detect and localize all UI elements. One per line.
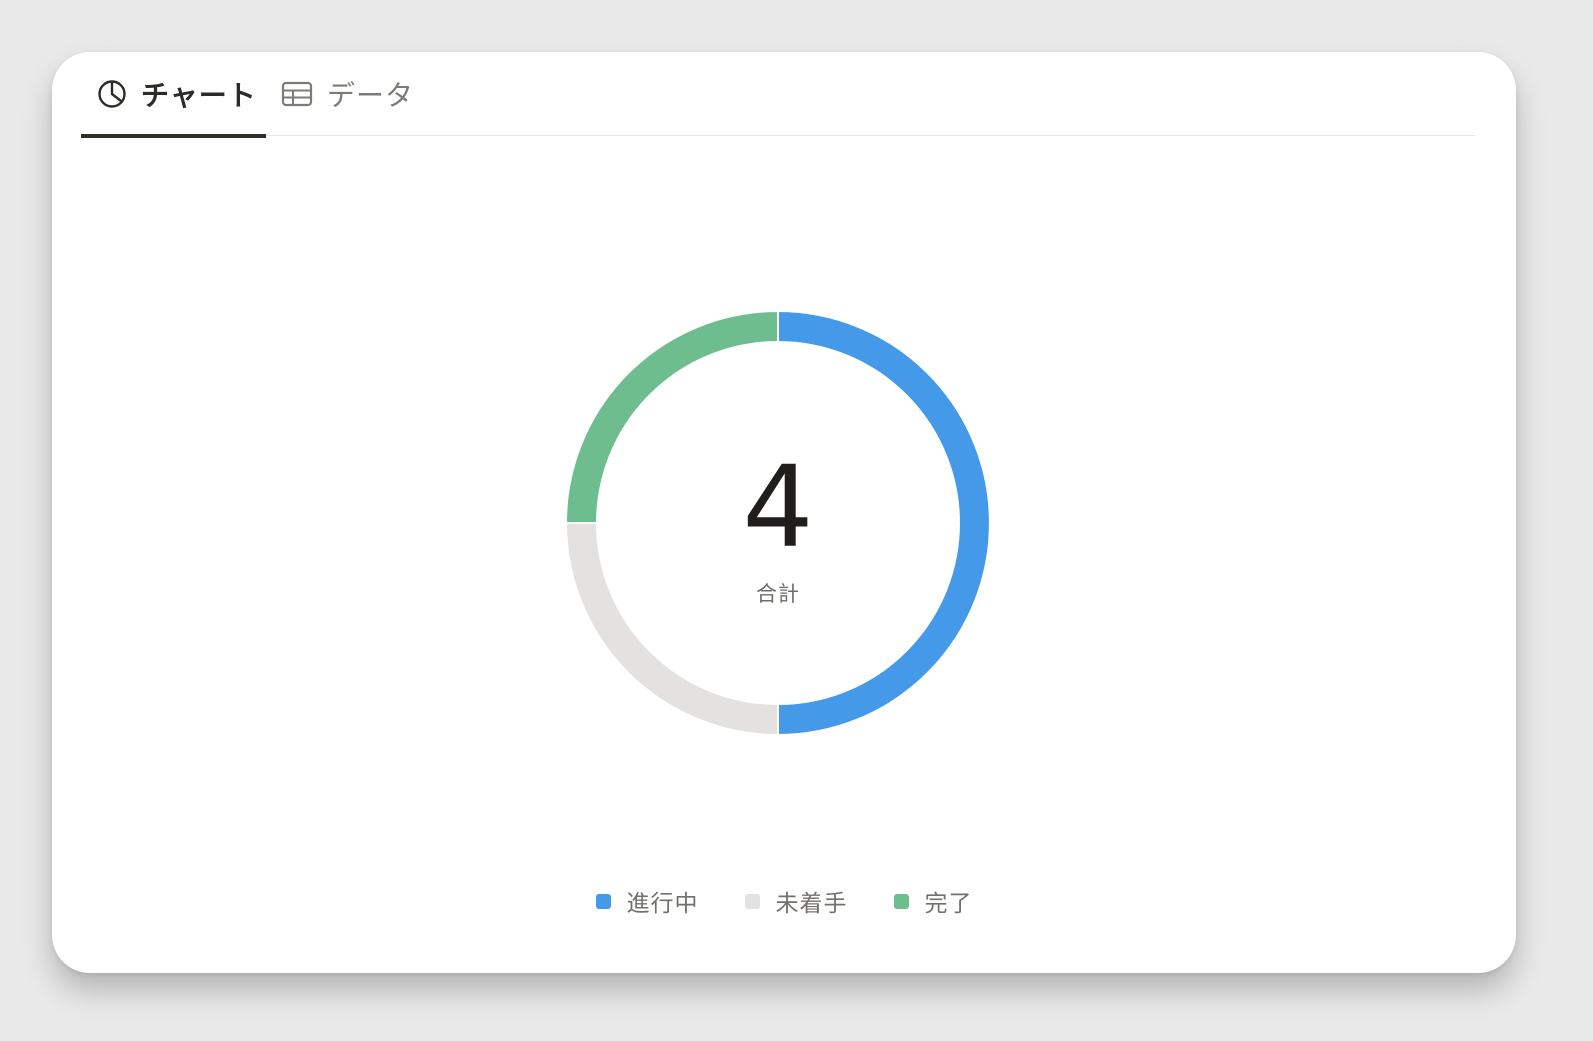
legend-item[interactable]: 未着手 xyxy=(744,884,848,918)
total-value: 4 xyxy=(742,443,814,573)
view-tabs: チャート データ xyxy=(81,52,1475,138)
legend-item[interactable]: 進行中 xyxy=(595,884,699,918)
legend-label: 完了 xyxy=(924,891,973,917)
legend-label: 未着手 xyxy=(775,891,848,917)
legend-swatch xyxy=(595,893,611,909)
legend-label: 進行中 xyxy=(626,891,699,917)
total-label: 合計 xyxy=(756,582,800,606)
legend-swatch xyxy=(893,893,909,909)
chart-legend: 進行中 未着手 完了 xyxy=(52,884,1516,918)
table-icon xyxy=(281,80,313,108)
legend-swatch xyxy=(744,893,760,909)
tab-chart-label: チャート xyxy=(141,79,257,112)
chart-card: チャート データ 4 合計 進行中 未着手 完了 xyxy=(52,52,1516,973)
pie-chart-icon xyxy=(97,79,127,109)
legend-item[interactable]: 完了 xyxy=(893,884,973,918)
tab-data[interactable]: データ xyxy=(281,52,414,136)
tab-data-label: データ xyxy=(327,79,415,112)
tab-chart[interactable]: チャート xyxy=(81,52,266,138)
